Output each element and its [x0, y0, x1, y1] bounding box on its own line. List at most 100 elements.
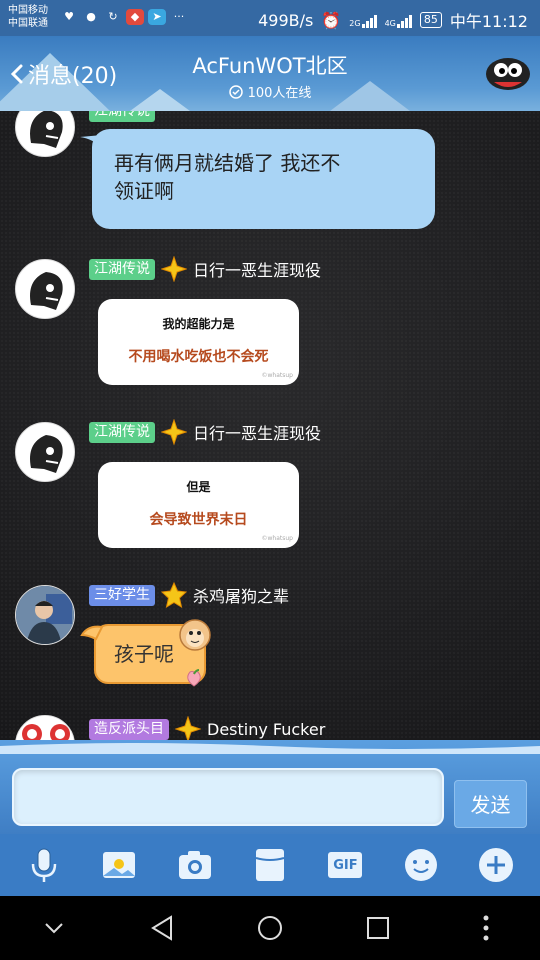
input-bar: 发送: [0, 740, 540, 834]
emoji-button[interactable]: [401, 845, 441, 885]
kebab-menu-icon: [483, 915, 489, 941]
image-button[interactable]: [99, 845, 139, 885]
sender-info: 江湖传说: [89, 111, 155, 123]
skull-avatar-icon: [30, 435, 63, 473]
voice-button[interactable]: [24, 845, 64, 885]
image-text-line2: 会导致世界末日: [149, 512, 248, 528]
message-text-line2: 领证啊: [114, 179, 174, 203]
square-recents-icon: [367, 917, 389, 939]
group-menu-icon[interactable]: [484, 52, 532, 92]
user-title-badge: 造反派头目: [89, 718, 169, 740]
camera-icon: [178, 851, 211, 879]
carrier-info: 中国移动 中国联通: [8, 4, 48, 30]
avatar[interactable]: [15, 715, 75, 740]
bubble-tail: [80, 135, 102, 149]
user-photo-avatar: [16, 586, 74, 644]
home-nav-button[interactable]: [240, 908, 300, 948]
send-button[interactable]: 发送: [454, 780, 527, 828]
sender-name: 杀鸡屠狗之辈: [193, 587, 290, 606]
system-nav-bar: [0, 896, 540, 960]
sender-name: 日行一恶生涯现役: [193, 424, 322, 443]
more-notifications-icon: ···: [173, 10, 185, 23]
signal-icon-1: 2G: [349, 12, 377, 28]
signal-icon-2: 4G: [385, 12, 412, 28]
image-message[interactable]: 但是 会导致世界末日 ©whatsup: [98, 462, 299, 548]
cartoon-avatar-icon: [16, 716, 74, 740]
smiley-icon: [404, 849, 437, 881]
avatar[interactable]: [15, 585, 75, 645]
carrier-2: 中国联通: [8, 18, 48, 29]
gif-label: GIF: [333, 857, 358, 873]
page-title: AcFunWOT北区: [192, 54, 348, 78]
image-message[interactable]: 我的超能力是 不用喝水吃饭也不会死 ©whatsup: [98, 299, 299, 385]
monkey-sticker-icon: [179, 619, 211, 651]
sparkle-icon: [161, 256, 187, 282]
chat-header: 消息(20) AcFunWOT北区 100人在线: [0, 36, 540, 111]
wave-divider: [0, 743, 540, 754]
hide-nav-button[interactable]: [24, 908, 84, 948]
skull-avatar-icon: [30, 111, 63, 148]
alarm-icon: ⏰: [321, 10, 342, 30]
network-speed: 499B/s: [258, 10, 314, 30]
folder-icon: [255, 849, 285, 881]
online-count: 100人在线: [0, 82, 540, 101]
sender-info: 造反派头目 Destiny Fucker: [89, 716, 326, 740]
chat-messages[interactable]: 江湖传说 再有俩月就结婚了 我还不 领证啊 江湖传说 日行一恶生涯现役 我的超能…: [0, 111, 540, 740]
triangle-back-icon: [151, 915, 172, 941]
battery-indicator: 85: [419, 12, 442, 28]
avatar[interactable]: [15, 111, 75, 157]
avatar[interactable]: [15, 422, 75, 482]
composer-toolbar: GIF: [0, 834, 540, 896]
gif-button[interactable]: GIF: [325, 845, 365, 885]
message-input[interactable]: [12, 768, 444, 826]
image-watermark: ©whatsup: [261, 535, 293, 542]
carrier-1: 中国移动: [8, 5, 48, 16]
sender-info: 三好学生 杀鸡屠狗之辈: [89, 582, 290, 608]
user-title-badge: 江湖传说: [89, 421, 155, 443]
picture-icon: [103, 852, 136, 878]
microphone-icon: [31, 848, 56, 882]
sparkle-icon: [175, 716, 201, 740]
heart-rate-icon: ♥: [64, 10, 74, 23]
more-button[interactable]: [476, 845, 516, 885]
back-nav-button[interactable]: [132, 908, 192, 948]
image-text-line1: 我的超能力是: [162, 317, 235, 331]
sender-info: 江湖传说 日行一恶生涯现役: [89, 419, 322, 445]
circle-home-icon: [258, 916, 282, 940]
sparkle-icon: [161, 419, 187, 445]
chevron-down-icon: [45, 923, 63, 934]
sync-icon: ↻: [108, 10, 118, 23]
network-type-1: 2G: [349, 19, 361, 28]
composer: 发送 GIF: [0, 740, 540, 896]
message-text-line1: 再有俩月就结婚了 我还不: [114, 151, 341, 175]
sender-name: Destiny Fucker: [207, 719, 326, 739]
recents-nav-button[interactable]: [348, 908, 408, 948]
plus-icon: [479, 848, 514, 882]
network-type-2: 4G: [384, 19, 396, 28]
online-label: 100人在线: [247, 86, 312, 101]
sender-info: 江湖传说 日行一恶生涯现役: [89, 256, 322, 282]
telegram-icon: ➤: [148, 9, 166, 25]
file-button[interactable]: [250, 845, 290, 885]
notification-icons: ♥ ● ↻ ◆ ➤ ···: [60, 9, 188, 25]
image-text-line1: 但是: [186, 480, 211, 494]
skull-avatar-icon: [30, 272, 63, 310]
user-title-badge: 江湖传说: [89, 111, 155, 122]
chat-notification-icon: ●: [86, 10, 96, 23]
camera-button[interactable]: [175, 845, 215, 885]
user-title-badge: 江湖传说: [89, 258, 155, 280]
check-circle-icon: [228, 84, 243, 99]
peach-icon: [187, 669, 201, 687]
image-watermark: ©whatsup: [261, 372, 293, 379]
message-bubble[interactable]: 再有俩月就结婚了 我还不 领证啊: [80, 129, 435, 229]
bubble-tail: [80, 625, 104, 641]
sender-name: 日行一恶生涯现役: [193, 261, 322, 280]
clock: 中午11:12: [449, 12, 528, 31]
message-text: 孩子呢: [114, 642, 174, 666]
avatar[interactable]: [15, 259, 75, 319]
status-bar: 中国移动 中国联通 ♥ ● ↻ ◆ ➤ ··· 499B/s ⏰ 2G 4G 8…: [0, 0, 540, 36]
star-icon: [161, 582, 187, 608]
app-notification-icon: ◆: [126, 9, 144, 25]
image-text-line2: 不用喝水吃饭也不会死: [128, 349, 269, 365]
menu-nav-button[interactable]: [456, 908, 516, 948]
